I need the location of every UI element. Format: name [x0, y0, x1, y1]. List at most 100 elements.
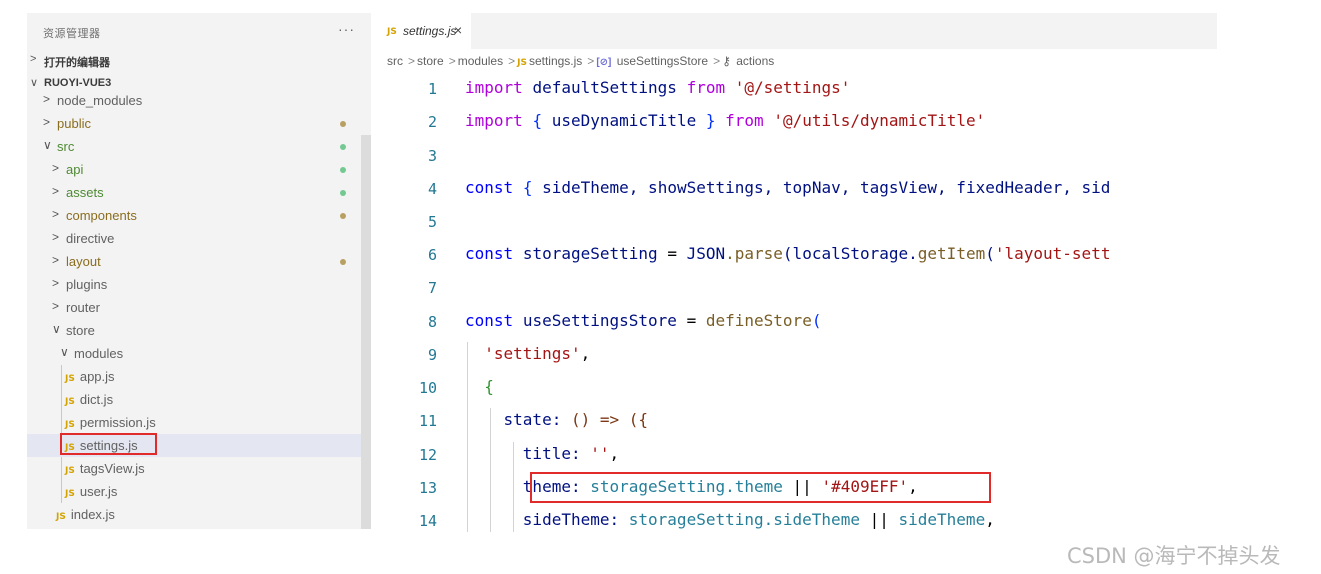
tree-item-label: components [66, 208, 137, 223]
code-token: { [532, 111, 543, 130]
chevron-right-icon: > [408, 54, 416, 68]
sidebar-scrollbar[interactable] [361, 135, 371, 529]
code-token: ( [811, 311, 822, 330]
line-number: 10 [418, 379, 437, 397]
chevron-right-icon: > [508, 54, 516, 68]
tree-item-permission-js[interactable]: JS permission.js [27, 411, 361, 434]
breadcrumb-item[interactable]: actions [736, 54, 774, 68]
code-token: storageSetting [522, 244, 658, 263]
tree-item-label: assets [66, 185, 104, 200]
code-line-4: const { sideTheme, showSettings, topNav,… [465, 178, 1110, 197]
tree-item-label: modules [74, 346, 124, 361]
breadcrumb-item[interactable]: store [417, 54, 444, 68]
chevron-right-icon: > [587, 54, 595, 68]
tree-item-dict-js[interactable]: JS dict.js [27, 388, 361, 411]
tree-item-layout[interactable]: > layout [27, 250, 361, 273]
tree-item-label: src [57, 139, 75, 154]
untracked-dot [340, 144, 346, 150]
code-token: storageSetting [628, 510, 764, 529]
code-token: , [985, 510, 995, 529]
breadcrumb-item[interactable]: src [387, 54, 403, 68]
code-line-9: 'settings', [465, 344, 590, 363]
code-token: import [465, 111, 523, 130]
tree-item-modules[interactable]: ∨ modules [27, 342, 361, 365]
code-token: = [686, 311, 697, 330]
tree-item-api[interactable]: > api [27, 158, 361, 181]
chevron-right-icon: > [448, 54, 456, 68]
tree-item-label: layout [66, 254, 101, 269]
js-file-icon: JS [65, 397, 75, 407]
breadcrumb-item[interactable]: modules [458, 54, 503, 68]
editor-tab-bar: JS settings.js × [379, 13, 1217, 49]
code-token: sideTheme, showSettings, topNav, tagsVie… [542, 178, 1111, 197]
code-token: .sideTheme [763, 510, 860, 529]
code-editor[interactable]: 1 2 3 4 5 6 7 8 9 10 11 12 13 14 import … [379, 72, 1217, 532]
chevron-right-icon: > [52, 230, 60, 244]
chevron-right-icon: > [52, 184, 60, 198]
close-icon[interactable]: × [454, 22, 462, 38]
line-number: 12 [418, 446, 437, 464]
chevron-right-icon: > [52, 299, 60, 313]
tree-item-src[interactable]: ∨ src [27, 135, 361, 158]
line-number: 5 [427, 213, 437, 231]
code-token: { [522, 178, 533, 197]
tree-item-index-js[interactable]: JS index.js [27, 503, 361, 526]
tree-item-plugins[interactable]: > plugins [27, 273, 361, 296]
explorer-title: 资源管理器 [43, 28, 101, 40]
tree-item-directive[interactable]: > directive [27, 227, 361, 250]
code-token: sideTheme: [522, 510, 620, 529]
line-number: 14 [418, 512, 437, 530]
code-token: } [705, 111, 716, 130]
code-line-12: title: '', [465, 444, 619, 463]
tree-item-label: api [66, 162, 84, 177]
file-name: dict.js [79, 392, 114, 407]
tree-item-store[interactable]: ∨ store [27, 319, 361, 342]
code-token: (localStorage. [782, 244, 918, 263]
tree-item-node-modules[interactable]: > node_modules [27, 89, 361, 112]
tree-item-router[interactable]: > router [27, 296, 361, 319]
code-line-8: const useSettingsStore = defineStore( [465, 311, 821, 330]
code-token: ( [985, 244, 995, 263]
file-name: permission.js [79, 415, 156, 430]
breadcrumb-item[interactable]: useSettingsStore [617, 54, 708, 68]
js-file-icon: JS [65, 489, 75, 499]
chevron-right-icon: > [713, 54, 721, 68]
code-line-1: import defaultSettings from '@/settings' [465, 78, 850, 97]
wrench-icon: ⚷ [722, 54, 731, 68]
code-token: defineStore [705, 311, 812, 330]
chevron-down-icon: ∨ [60, 345, 69, 359]
file-name: tagsView.js [79, 461, 145, 476]
tree-item-label: JS permission.js [65, 415, 156, 430]
code-token: defaultSettings [532, 78, 677, 97]
file-name: index.js [70, 507, 115, 522]
tree-item-assets[interactable]: > assets [27, 181, 361, 204]
code-token: getItem [917, 244, 986, 263]
code-token: { [484, 377, 494, 396]
code-line-14: sideTheme: storageSetting.sideTheme || s… [465, 510, 995, 529]
line-number: 7 [427, 279, 437, 297]
chevron-right-icon: > [43, 115, 51, 129]
js-file-icon: JS [56, 512, 66, 522]
more-actions-icon[interactable]: ··· [338, 21, 355, 37]
code-token: title: [522, 444, 581, 463]
code-line-10: { [465, 377, 494, 396]
code-token: sideTheme [898, 510, 986, 529]
variable-icon: [⊘] [596, 57, 612, 68]
breadcrumb-item[interactable]: settings.js [529, 54, 582, 68]
chevron-right-icon: > [52, 207, 60, 221]
js-file-icon: JS [65, 374, 75, 384]
breadcrumb: src > store > modules > JS settings.js > [⊘] useS… [387, 54, 776, 72]
file-name: user.js [79, 484, 118, 499]
tree-item-user-js[interactable]: JS user.js [27, 480, 361, 503]
tab-settings-js[interactable]: JS settings.js × [379, 13, 471, 49]
open-editors-section[interactable]: > 打开的编辑器 [27, 51, 371, 71]
tree-item-tagsview-js[interactable]: JS tagsView.js [27, 457, 361, 480]
tree-item-app-js[interactable]: JS app.js [27, 365, 361, 388]
tree-item-components[interactable]: > components [27, 204, 361, 227]
chevron-down-icon: ∨ [43, 138, 52, 152]
line-number: 8 [427, 313, 437, 331]
code-token: state: [503, 410, 562, 429]
project-label: RUOYI-VUE3 [44, 77, 112, 89]
tree-item-public[interactable]: > public [27, 112, 361, 135]
highlight-box-settings [60, 433, 157, 455]
